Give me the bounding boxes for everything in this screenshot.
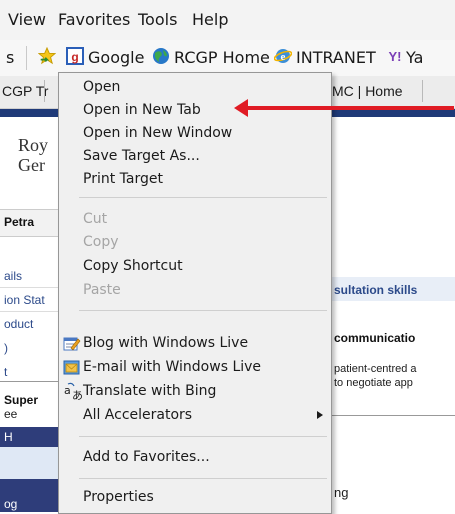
menu-label: Paste [83, 282, 121, 298]
menu-label: Translate with Bing [83, 383, 217, 399]
menu-item-paste[interactable]: Paste [59, 278, 331, 304]
tab-mc-home-partial[interactable]: MC | Home [332, 83, 403, 99]
menu-label: Cut [83, 211, 108, 227]
menu-label: Print Target [83, 171, 163, 187]
google-icon[interactable]: g [66, 47, 84, 65]
favbar-divider [26, 46, 27, 70]
left-nav-item[interactable]: t [4, 365, 7, 379]
menu-separator [79, 478, 327, 479]
menu-separator [79, 436, 327, 437]
fav-google-label[interactable]: Google [88, 48, 144, 67]
menu-item-email-with-windows-live[interactable]: E-mail with Windows Live [59, 355, 331, 381]
left-nav-divider [0, 287, 58, 288]
tab-separator [44, 80, 45, 102]
fav-intranet-label[interactable]: INTRANET [296, 48, 376, 67]
menu-help[interactable]: Help [192, 10, 228, 29]
svg-text:a: a [64, 384, 71, 397]
left-nav-product[interactable]: oduct [4, 317, 33, 331]
menu-label: Open [83, 79, 121, 95]
content-line-3: ng [334, 485, 349, 500]
menu-tools[interactable]: Tools [138, 10, 177, 29]
supervisor-row-light [0, 447, 58, 479]
menu-label: Add to Favorites... [83, 449, 210, 465]
content-divider [330, 415, 455, 416]
menubar: View Favorites Tools Help [0, 0, 455, 40]
menu-item-copy-shortcut[interactable]: Copy Shortcut [59, 254, 331, 280]
email-icon [63, 360, 80, 375]
fav-rcgp-home-label[interactable]: RCGP Home [174, 48, 270, 67]
svg-text:e: e [281, 51, 286, 63]
menu-label: Properties [83, 489, 154, 505]
ie-icon[interactable]: e [274, 47, 292, 65]
site-logo-text-2: Ger [18, 155, 45, 175]
left-nav-status[interactable]: ion Stat [4, 293, 45, 307]
consultation-skills-heading[interactable]: sultation skills [334, 283, 417, 297]
menu-label: Blog with Windows Live [83, 335, 249, 351]
translate-icon: a あ [64, 382, 83, 402]
blog-icon [63, 337, 81, 351]
left-panel-divider [0, 381, 58, 382]
menu-item-translate-with-bing[interactable]: Translate with Bing a あ [59, 379, 331, 405]
svg-text:g: g [71, 50, 78, 64]
left-nav-details[interactable]: ails [4, 269, 22, 283]
context-menu: Open Open in New Tab Open in New Window … [58, 72, 332, 514]
svg-text:Y!: Y! [389, 49, 402, 64]
left-nav-item[interactable]: ) [4, 341, 8, 355]
favorites-partial-label: s [6, 48, 15, 67]
menu-item-print-target[interactable]: Print Target [59, 167, 331, 193]
menu-item-add-to-favorites[interactable]: Add to Favorites... [59, 445, 331, 471]
menu-item-properties[interactable]: Properties [59, 485, 331, 511]
site-logo-text-1: Roy [18, 135, 49, 155]
annotation-arrow-line [246, 106, 454, 110]
menu-view[interactable]: View [8, 10, 46, 29]
menu-item-copy[interactable]: Copy [59, 230, 331, 256]
favorites-star-icon[interactable] [38, 47, 56, 65]
menu-label: Copy [83, 234, 119, 250]
supervisor-row-text: H [4, 430, 13, 444]
left-nav-divider [0, 311, 58, 312]
globe-icon[interactable] [152, 47, 170, 65]
menu-label: Copy Shortcut [83, 258, 183, 274]
submenu-arrow-icon [317, 411, 323, 419]
supervisor-sub: ee [4, 407, 18, 421]
menu-label: All Accelerators [83, 407, 193, 423]
tab-rcgp-partial[interactable]: CGP Tr [2, 83, 48, 99]
menu-label: Open in New Tab [83, 102, 201, 118]
fav-yahoo-label[interactable]: Ya [406, 48, 423, 67]
menu-separator [79, 197, 327, 198]
menu-label: Save Target As... [83, 148, 200, 164]
menu-item-blog-with-windows-live[interactable]: Blog with Windows Live [59, 331, 331, 357]
menu-item-all-accelerators[interactable]: All Accelerators [59, 403, 331, 429]
tab-separator [422, 80, 423, 102]
menu-label: Open in New Window [83, 125, 233, 141]
menu-separator [79, 310, 327, 311]
menu-favorites[interactable]: Favorites [58, 10, 130, 29]
communication-heading: communicatio [334, 331, 416, 345]
supervisor-heading: Super [4, 393, 39, 407]
supervisor-row-text-2: og [4, 497, 18, 511]
content-line-2: to negotiate app [334, 377, 413, 389]
yahoo-icon[interactable]: Y! [386, 47, 404, 65]
svg-text:あ: あ [72, 389, 83, 402]
annotation-arrow-head-icon [234, 99, 248, 117]
user-name: Petra [4, 215, 35, 229]
menu-label: E-mail with Windows Live [83, 359, 262, 375]
content-line-1: patient-centred a [334, 363, 417, 375]
